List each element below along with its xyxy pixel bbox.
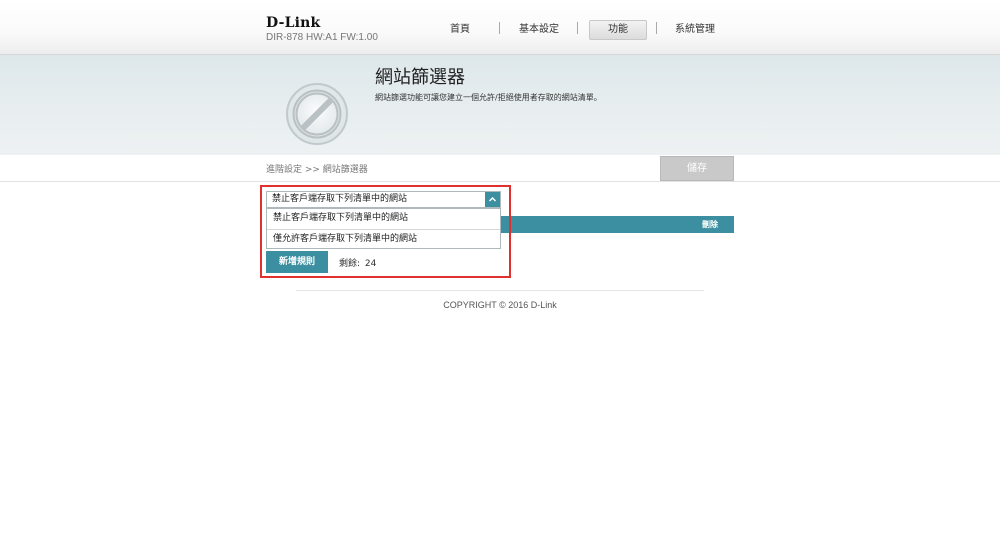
highlight-box [260,185,511,278]
breadcrumb[interactable]: 進階設定 >> 網站篩選器 [266,162,368,175]
nav-home[interactable]: 首頁 [440,20,480,40]
page-title: 網站篩選器 [375,67,465,88]
nav-basic-settings[interactable]: 基本設定 [513,20,565,40]
filter-prohibit-icon [262,68,372,154]
save-button[interactable]: 儲存 [660,156,734,181]
table-header: 刪除 [501,216,734,233]
nav-features[interactable]: 功能 [589,20,647,40]
nav-separator [499,22,500,34]
nav-separator [577,22,578,34]
brand-logo: D-Link [266,15,321,31]
breadcrumb-bar [0,156,1000,182]
nav-system-management[interactable]: 系統管理 [668,20,722,40]
page-description: 網站篩選功能可讓您建立一個允許/拒絕使用者存取的網站清單。 [375,93,602,102]
top-bar: D-Link DIR-878 HW:A1 FW:1.00 首頁 基本設定 功能 … [0,0,1000,55]
nav-separator [656,22,657,34]
device-model: DIR-878 HW:A1 FW:1.00 [266,32,378,43]
delete-column-header: 刪除 [702,220,718,229]
copyright-text: COPYRIGHT © 2016 D-Link [443,300,557,310]
page-banner [0,55,1000,155]
footer-divider [296,290,704,291]
